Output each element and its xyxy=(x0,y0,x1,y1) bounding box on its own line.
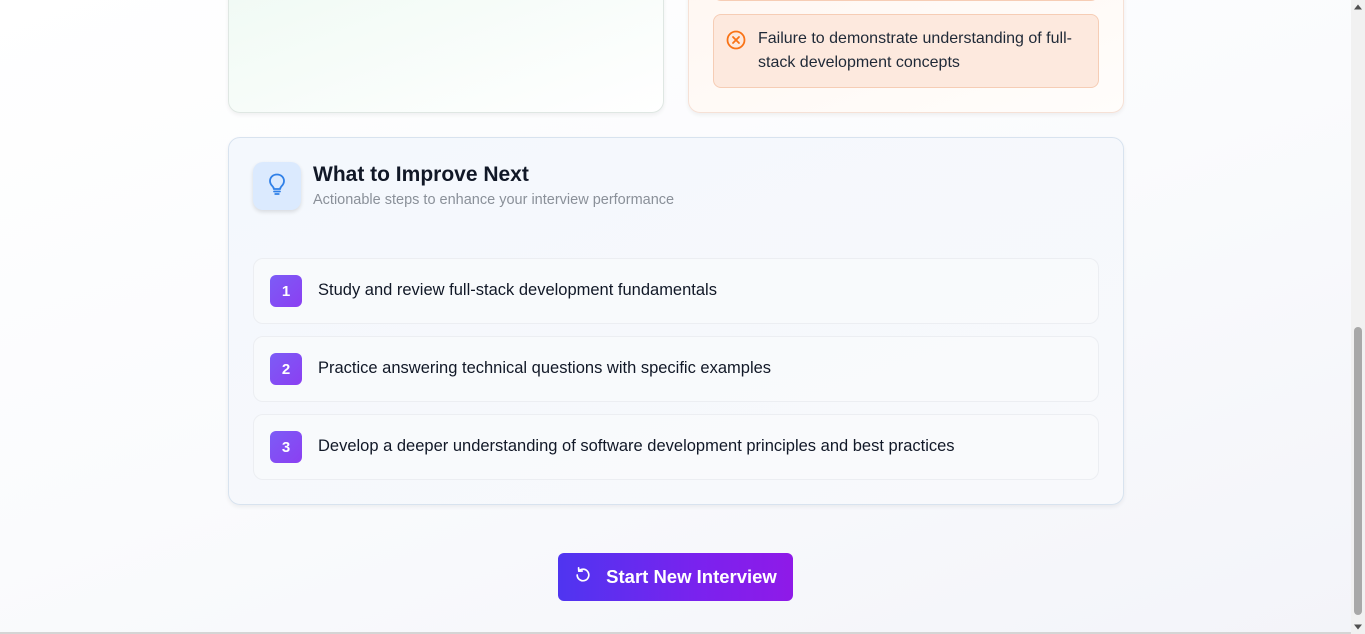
scroll-down-arrow-icon[interactable] xyxy=(1351,620,1365,634)
scrollbar-thumb[interactable] xyxy=(1354,327,1362,615)
step-text: Study and review full-stack development … xyxy=(318,281,717,299)
strengths-card xyxy=(228,0,664,113)
improve-step: 2 Practice answering technical questions… xyxy=(253,336,1099,402)
improve-subtitle: Actionable steps to enhance your intervi… xyxy=(313,192,675,208)
step-text: Practice answering technical questions w… xyxy=(318,359,772,377)
scroll-up-arrow-icon[interactable] xyxy=(1351,0,1365,14)
step-number-badge: 2 xyxy=(270,353,302,385)
rotate-ccw-icon xyxy=(574,566,592,589)
vertical-scrollbar[interactable] xyxy=(1351,0,1365,634)
improve-title: What to Improve Next xyxy=(313,163,529,186)
weakness-text: Failure to demonstrate understanding of … xyxy=(758,30,1072,71)
improve-step: 3 Develop a deeper understanding of soft… xyxy=(253,414,1099,480)
start-new-interview-label: Start New Interview xyxy=(606,566,777,587)
start-new-interview-button[interactable]: Start New Interview xyxy=(558,553,793,601)
weakness-item: Failure to demonstrate understanding of … xyxy=(713,14,1099,88)
lightbulb-icon xyxy=(266,172,288,201)
improve-next-card: What to Improve Next Actionable steps to… xyxy=(228,137,1124,505)
step-number-badge: 1 xyxy=(270,275,302,307)
lightbulb-icon-box xyxy=(253,162,301,210)
step-number-badge: 3 xyxy=(270,431,302,463)
x-circle-icon xyxy=(726,30,746,50)
step-text: Develop a deeper understanding of softwa… xyxy=(318,437,955,455)
weakness-item xyxy=(713,0,1099,1)
page-viewport: Failure to demonstrate understanding of … xyxy=(0,0,1351,634)
improve-step: 1 Study and review full-stack developmen… xyxy=(253,258,1099,324)
